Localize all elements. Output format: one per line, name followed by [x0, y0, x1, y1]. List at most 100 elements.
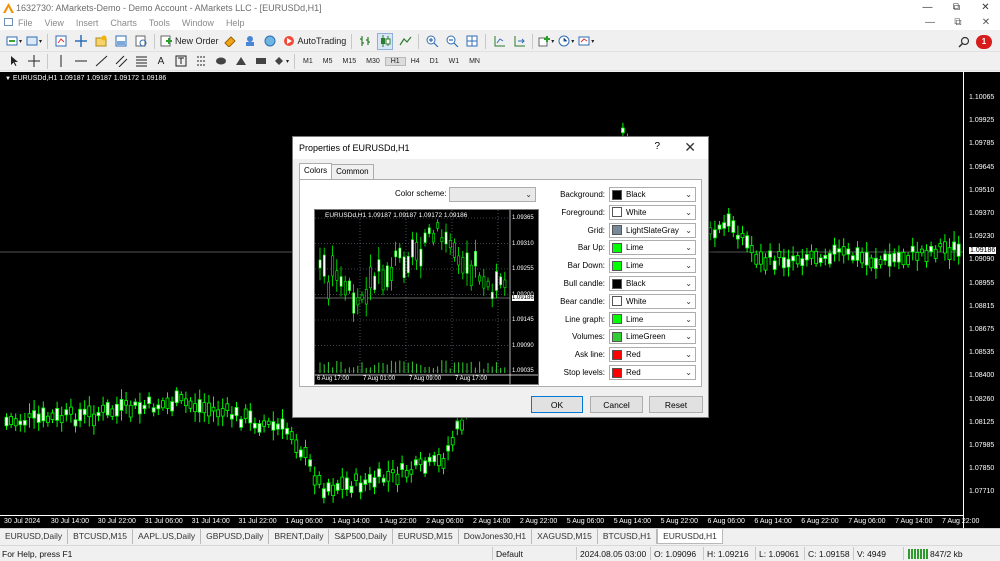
zoom-in-icon[interactable]	[424, 33, 440, 50]
search-icon[interactable]	[956, 33, 972, 50]
chart-tab[interactable]: BTCUSD,M15	[68, 529, 133, 544]
preview-candle-body	[352, 292, 356, 314]
ellipse-icon[interactable]	[213, 53, 229, 70]
chart-shift-icon[interactable]	[491, 33, 507, 50]
arrows-icon[interactable]	[193, 53, 209, 70]
help-icon[interactable]: ?	[654, 141, 660, 152]
signals-icon[interactable]	[243, 33, 259, 50]
chart-tab[interactable]: BTCUSD,H1	[598, 529, 658, 544]
market-icon[interactable]	[263, 33, 279, 50]
color-select[interactable]: Black ⌄	[609, 276, 696, 291]
strategy-tester-icon[interactable]	[133, 33, 149, 50]
periods-icon[interactable]: ▾	[558, 33, 574, 50]
price-axis-label: 1.07710	[969, 488, 995, 496]
child-restore-icon[interactable]: ⧉	[944, 15, 972, 30]
menu-window[interactable]: Window	[176, 18, 220, 28]
tab-common[interactable]: Common	[331, 164, 374, 180]
color-select[interactable]: White ⌄	[609, 293, 696, 309]
color-select[interactable]: Red ⌄	[609, 347, 696, 363]
connection-bars-icon[interactable]	[908, 549, 928, 559]
color-scheme-select[interactable]: ⌄	[449, 187, 536, 202]
chart-tab[interactable]: AAPL.US,Daily	[133, 529, 202, 544]
metaeditor-icon[interactable]	[223, 33, 239, 50]
fibonacci-icon[interactable]	[133, 53, 149, 70]
triangle-icon[interactable]	[233, 53, 249, 70]
color-select[interactable]: LimeGreen ⌄	[609, 329, 696, 345]
menu-insert[interactable]: Insert	[70, 18, 105, 28]
timeframe-w1[interactable]: W1	[444, 58, 465, 65]
rectangle-icon[interactable]	[253, 53, 269, 70]
menu-view[interactable]: View	[39, 18, 70, 28]
candle-body	[289, 431, 294, 440]
chart-tab[interactable]: DowJones30,H1	[459, 529, 533, 544]
indicators-icon[interactable]: ▾	[538, 33, 554, 50]
channel-icon[interactable]	[113, 53, 129, 70]
market-watch-icon[interactable]	[53, 33, 69, 50]
navigator-icon[interactable]	[93, 33, 109, 50]
text-icon[interactable]: A	[153, 53, 169, 70]
chart-tab[interactable]: GBPUSD,Daily	[201, 529, 270, 544]
close-icon[interactable]: ✕	[971, 0, 1000, 15]
price-axis-label: 1.09645	[969, 163, 995, 171]
autoscroll-icon[interactable]	[511, 33, 527, 50]
reset-button[interactable]: Reset	[649, 396, 703, 413]
timeframe-m15[interactable]: M15	[337, 58, 361, 65]
vertical-line-icon[interactable]	[53, 53, 69, 70]
color-select[interactable]: LightSlateGray ⌄	[609, 222, 696, 238]
color-select[interactable]: White ⌄	[609, 204, 696, 220]
chart-tab[interactable]: EURUSD,Daily	[0, 529, 69, 544]
bar-chart-icon[interactable]	[357, 33, 373, 50]
menu-help[interactable]: Help	[220, 18, 251, 28]
color-select[interactable]: Black ⌄	[609, 187, 696, 202]
notifications-badge[interactable]: 1	[976, 34, 992, 49]
timeframe-d1[interactable]: D1	[425, 58, 444, 65]
status-profile[interactable]: Default	[496, 549, 523, 559]
child-close-icon[interactable]: ✕	[972, 15, 1000, 30]
chart-tab[interactable]: S&P500,Daily	[329, 529, 393, 544]
chart-tab[interactable]: EURUSDd,H1	[657, 529, 723, 544]
tab-colors[interactable]: Colors	[299, 163, 333, 179]
templates-icon[interactable]: ▾	[578, 33, 594, 50]
timeframe-mn[interactable]: MN	[464, 58, 485, 65]
tile-windows-icon[interactable]	[464, 33, 480, 50]
dialog-close-icon[interactable]: ✕	[684, 139, 696, 156]
menu-tools[interactable]: Tools	[143, 18, 176, 28]
chevron-down-icon: ⌄	[685, 207, 692, 217]
new-chart-button[interactable]: ▾	[6, 33, 22, 50]
color-select[interactable]: Lime ⌄	[609, 311, 696, 327]
timeframe-h4[interactable]: H4	[406, 58, 425, 65]
shapes-dropdown-icon[interactable]: ▾	[273, 53, 289, 70]
color-select[interactable]: Lime ⌄	[609, 258, 696, 274]
timeframe-h1[interactable]: H1	[384, 56, 406, 66]
color-select[interactable]: Red ⌄	[609, 365, 696, 380]
color-select[interactable]: Lime ⌄	[609, 240, 696, 256]
new-order-button[interactable]: New Order	[160, 33, 219, 50]
zoom-out-icon[interactable]	[444, 33, 460, 50]
chart-tab[interactable]: BRENT,Daily	[269, 529, 330, 544]
candlestick-icon[interactable]	[377, 32, 394, 50]
chart-tab[interactable]: XAGUSD,M15	[532, 529, 598, 544]
restore-icon[interactable]: ⧉	[942, 0, 971, 15]
crosshair-icon[interactable]	[26, 53, 42, 70]
autotrading-button[interactable]: AutoTrading	[283, 33, 346, 50]
horizontal-line-icon[interactable]	[73, 53, 89, 70]
trendline-icon[interactable]	[93, 53, 109, 70]
candle-body	[929, 245, 933, 253]
chart-window-icon[interactable]	[4, 18, 13, 26]
minimize-icon[interactable]: —	[913, 0, 942, 15]
timeframe-m1[interactable]: M1	[298, 58, 318, 65]
ok-button[interactable]: OK	[531, 396, 583, 413]
chart-menu-icon[interactable]: ▼	[5, 76, 11, 82]
child-minimize-icon[interactable]: —	[916, 15, 944, 30]
cursor-icon[interactable]	[6, 53, 22, 70]
menu-charts[interactable]: Charts	[104, 18, 143, 28]
line-chart-icon[interactable]	[397, 33, 413, 50]
data-window-icon[interactable]	[73, 33, 89, 50]
profiles-button[interactable]: ▾	[26, 33, 42, 50]
timeframe-m30[interactable]: M30	[361, 58, 385, 65]
chart-tab[interactable]: EURUSD,M15	[393, 529, 459, 544]
cancel-button[interactable]: Cancel	[590, 396, 643, 413]
timeframe-m5[interactable]: M5	[318, 58, 338, 65]
text-label-icon[interactable]	[173, 53, 189, 70]
terminal-icon[interactable]	[113, 33, 129, 50]
